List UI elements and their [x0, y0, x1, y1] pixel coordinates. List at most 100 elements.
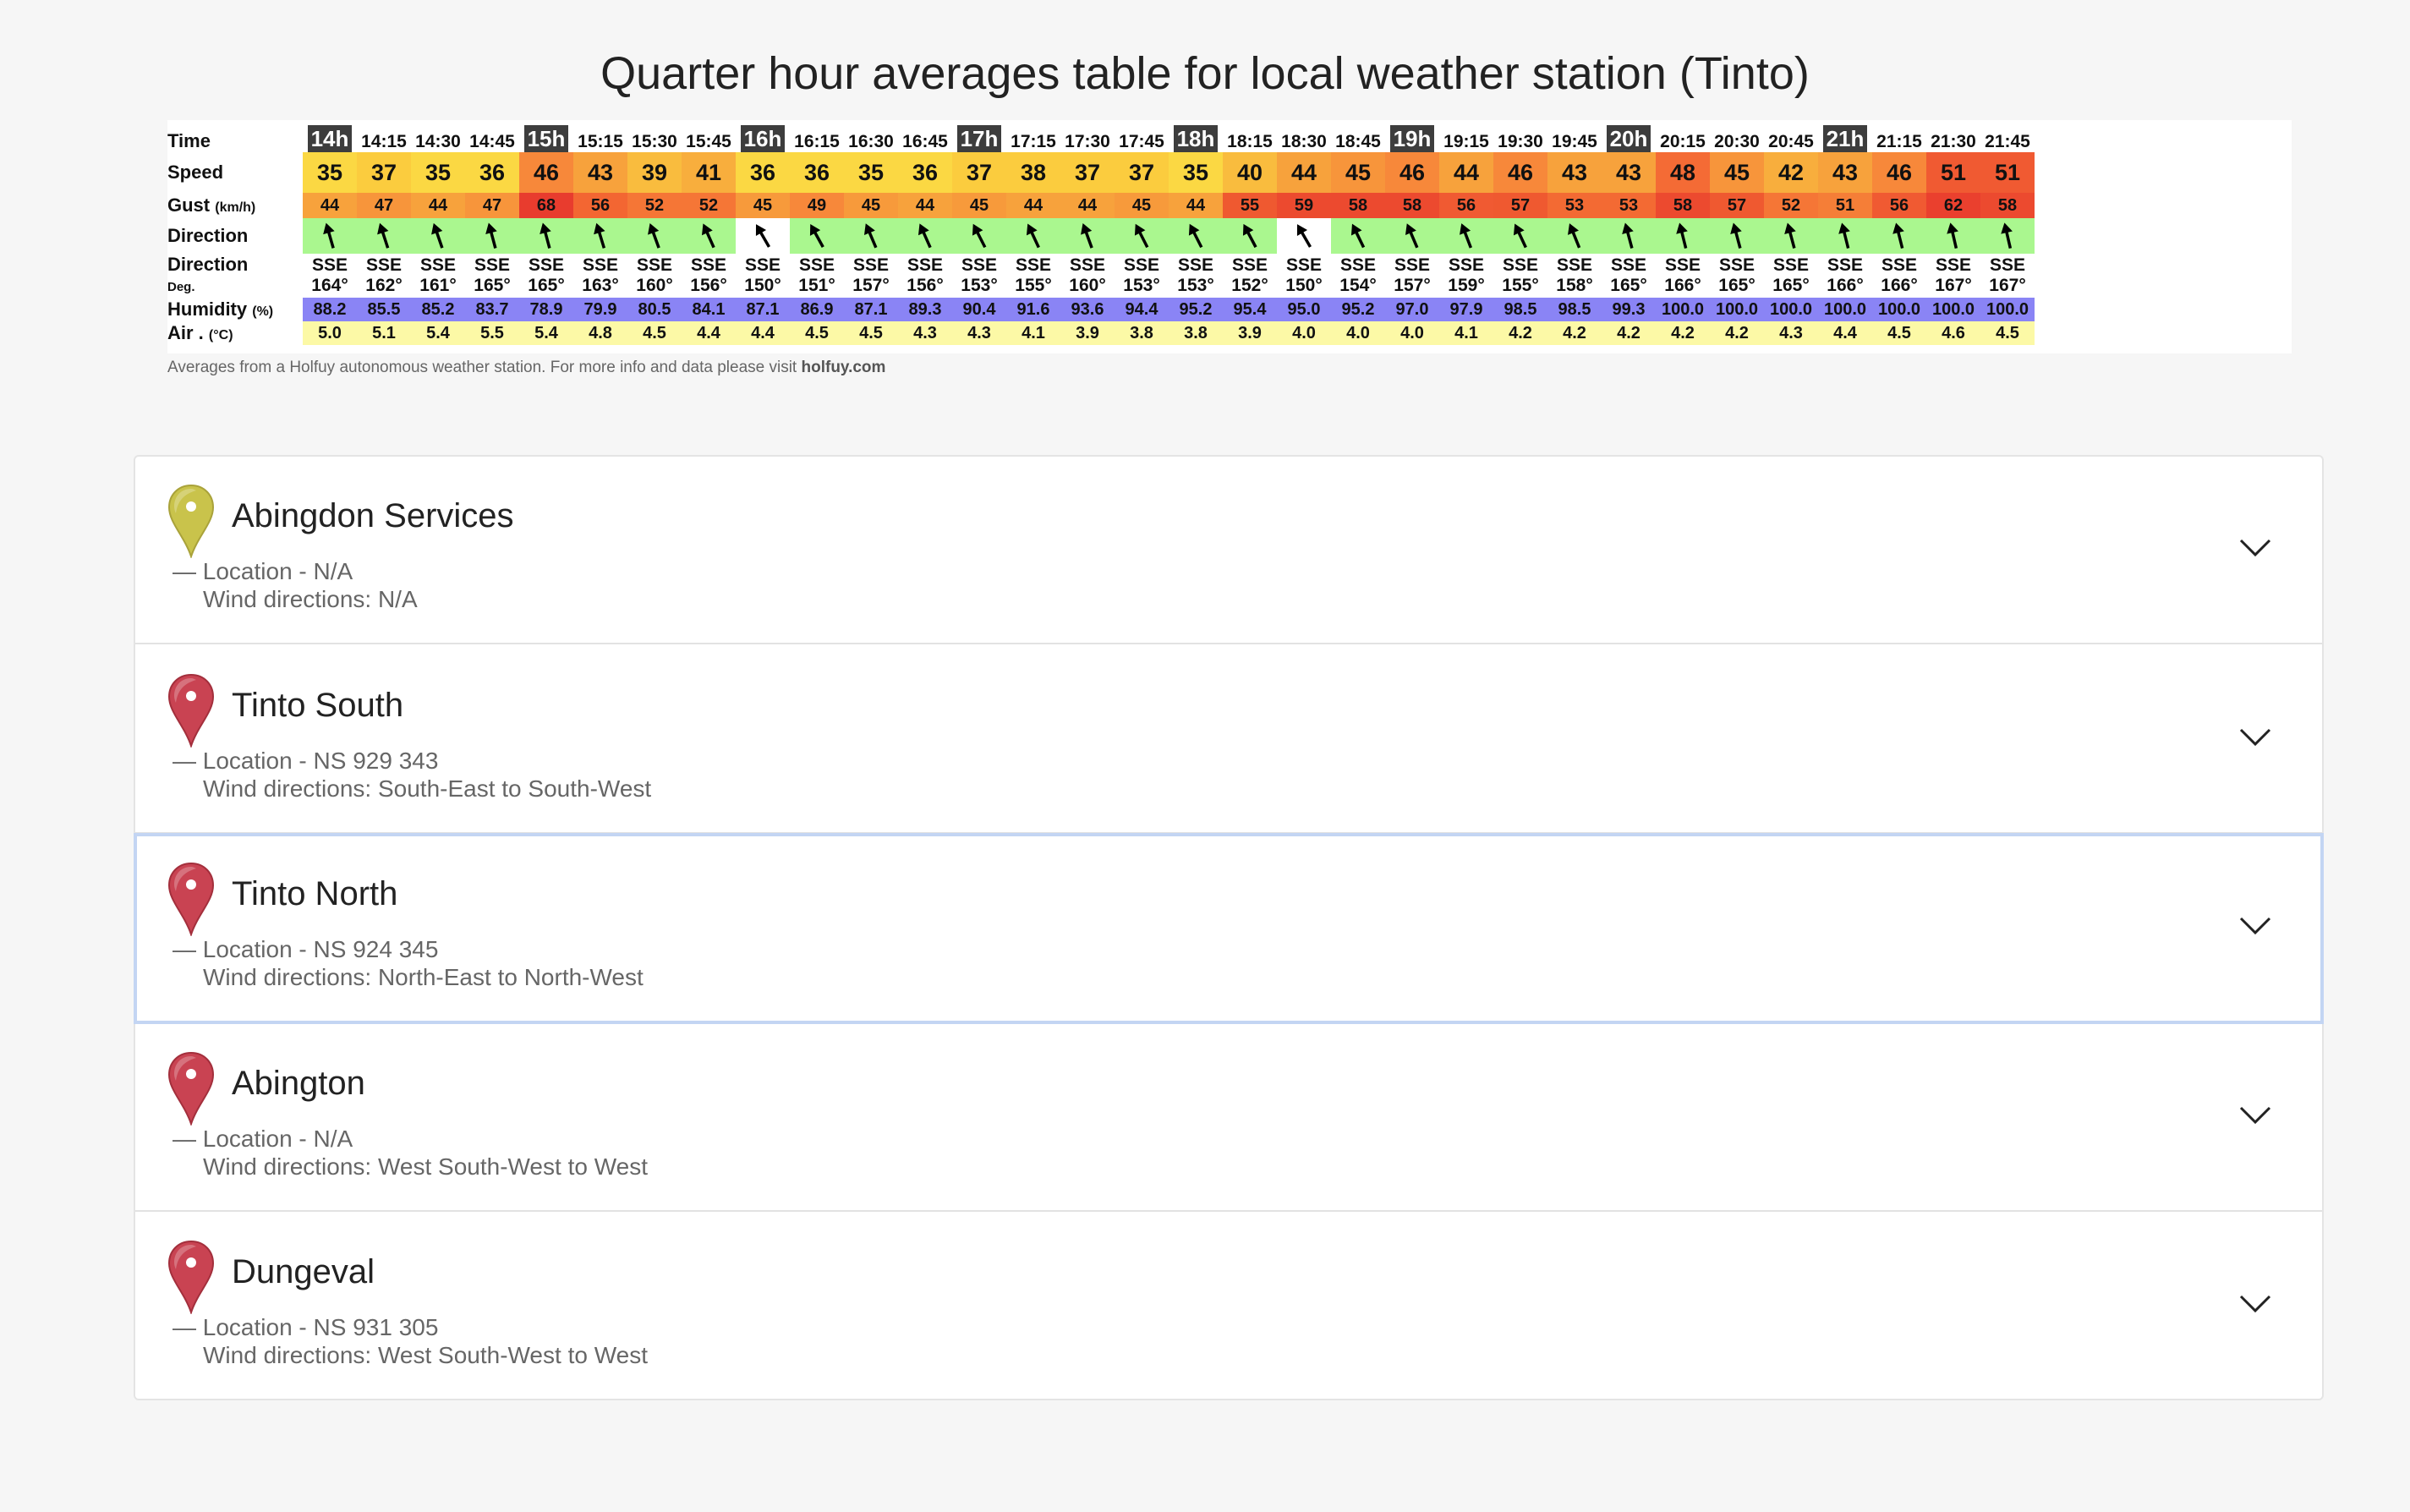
time-cell: 14:30 — [415, 132, 461, 151]
humidity-cell: 89.3 — [898, 298, 952, 321]
gust-cell: 57 — [1710, 193, 1764, 218]
wind-arrow-icon — [1513, 223, 1527, 249]
gust-cell: 58 — [1980, 193, 2035, 218]
air-cell: 3.9 — [1060, 321, 1115, 345]
speed-cell: 42 — [1764, 152, 1818, 193]
time-cell: 20:30 — [1714, 132, 1760, 151]
speed-cell: 43 — [1818, 152, 1872, 193]
direction-arrow-cell — [1926, 218, 1980, 254]
direction-text-cell: SSE 155° — [1015, 255, 1052, 295]
chevron-down-icon[interactable] — [2239, 916, 2271, 936]
direction-arrow-cell — [1656, 218, 1710, 254]
gust-cell: 44 — [411, 193, 465, 218]
time-cell: 16h — [736, 120, 790, 152]
holfuy-link[interactable]: holfuy.com — [802, 359, 886, 376]
chevron-down-icon[interactable] — [2239, 1105, 2271, 1126]
direction-text-cell: SSE 153° — [961, 255, 998, 295]
humidity-cell: 97.9 — [1439, 298, 1493, 321]
direction-arrow-row: Direction — [167, 218, 2035, 254]
humidity-cell: 83.7 — [465, 298, 519, 321]
direction-text-cell: SSE 161° — [419, 255, 457, 295]
air-cell: 4.2 — [1493, 321, 1547, 345]
air-cell: 4.5 — [1872, 321, 1926, 345]
location-name: Tinto North — [232, 875, 398, 912]
direction-text-cell: SSE 166° — [1664, 255, 1701, 295]
gust-cell: 44 — [1060, 193, 1115, 218]
speed-cell: 37 — [1060, 152, 1115, 193]
humidity-cell: 100.0 — [1764, 298, 1818, 321]
speed-cell: 51 — [1980, 152, 2035, 193]
humidity-cell: 84.1 — [682, 298, 736, 321]
direction-arrow-cell — [1710, 218, 1764, 254]
direction-arrow-cell — [898, 218, 952, 254]
time-cell: 20h — [1602, 120, 1656, 152]
direction-arrow-cell — [1547, 218, 1602, 254]
location-item[interactable]: Dungeval — Location - NS 931 305 Wind dire… — [135, 1213, 2322, 1400]
direction-arrow-cell — [1602, 218, 1656, 254]
speed-cell: 40 — [1223, 152, 1277, 193]
location-item[interactable]: Abingdon Services — Location - N/A Wind di… — [135, 457, 2322, 644]
direction-text-cell: SSE 163° — [582, 255, 619, 295]
wind-arrow-icon — [648, 222, 660, 249]
air-cell: 4.1 — [1006, 321, 1060, 345]
location-grid-ref: — Location - N/A — [173, 558, 353, 584]
humidity-cell: 100.0 — [1926, 298, 1980, 321]
map-pin-icon — [167, 484, 215, 558]
air-row: Air . (°C) 5.0 5.1 5.4 5.5 5.4 4.8 4.5 4.4 4.4 4.… — [167, 321, 2035, 345]
gust-cell: 53 — [1547, 193, 1602, 218]
speed-cell: 36 — [898, 152, 952, 193]
direction-arrow-cell — [1006, 218, 1060, 254]
air-cell: 5.4 — [411, 321, 465, 345]
location-grid-ref: — Location - N/A — [173, 1125, 353, 1152]
speed-cell: 37 — [952, 152, 1006, 193]
chevron-down-icon[interactable] — [2239, 1294, 2271, 1314]
speed-cell: 43 — [573, 152, 627, 193]
direction-arrow-cell — [682, 218, 736, 254]
humidity-cell: 98.5 — [1493, 298, 1547, 321]
air-cell: 4.0 — [1331, 321, 1385, 345]
gust-cell: 55 — [1223, 193, 1277, 218]
speed-cell: 45 — [1331, 152, 1385, 193]
direction-text-cell: SSE 153° — [1177, 255, 1214, 295]
gust-cell: 49 — [790, 193, 844, 218]
air-cell: 4.0 — [1385, 321, 1439, 345]
gust-cell: 59 — [1277, 193, 1331, 218]
speed-cell: 35 — [303, 152, 357, 193]
speed-cell: 36 — [465, 152, 519, 193]
air-cell: 4.4 — [1818, 321, 1872, 345]
time-row: Time 14h 14:15 14:30 14:45 15h 15:15 15:30 15:4… — [167, 120, 2035, 152]
humidity-cell: 80.5 — [627, 298, 682, 321]
wind-arrow-icon — [972, 223, 987, 249]
air-cell: 4.6 — [1926, 321, 1980, 345]
location-name: Dungeval — [232, 1253, 375, 1290]
direction-arrow-cell — [1872, 218, 1926, 254]
wind-arrow-icon — [1568, 223, 1581, 249]
time-cell: 17h — [952, 120, 1006, 152]
chevron-down-icon[interactable] — [2239, 727, 2271, 748]
time-cell: 19:30 — [1498, 132, 1543, 151]
footnote-text: Averages from a Holfuy autonomous weathe… — [167, 359, 802, 376]
wind-arrow-icon — [1892, 222, 1904, 249]
humidity-cell: 85.2 — [411, 298, 465, 321]
direction-arrow-cell — [1980, 218, 2035, 254]
direction-deg-label: Direction Deg. — [167, 254, 249, 294]
direction-text-cell: SSE 167° — [1989, 255, 2026, 295]
wind-arrow-icon — [2001, 222, 2013, 249]
air-cell: 4.0 — [1277, 321, 1331, 345]
location-item[interactable]: Abington — Location - N/A Wind directions:… — [135, 1024, 2322, 1212]
speed-cell: 35 — [411, 152, 465, 193]
time-cell: 19:45 — [1552, 132, 1597, 151]
gust-cell: 45 — [1115, 193, 1169, 218]
gust-cell: 51 — [1818, 193, 1872, 218]
humidity-cell: 97.0 — [1385, 298, 1439, 321]
direction-arrow-cell — [1060, 218, 1115, 254]
wind-arrow-icon — [1350, 223, 1366, 249]
chevron-down-icon[interactable] — [2239, 538, 2271, 558]
location-accordion: Abingdon Services — Location - N/A Wind di… — [134, 455, 2324, 1400]
location-item[interactable]: Tinto North — Location - NS 924 345 Wind d… — [134, 833, 2324, 1024]
location-item[interactable]: Tinto South — Location - NS 929 343 Wind d… — [135, 646, 2322, 834]
humidity-cell: 91.6 — [1006, 298, 1060, 321]
air-cell: 4.3 — [1764, 321, 1818, 345]
gust-cell: 52 — [1764, 193, 1818, 218]
time-cell: 14:15 — [361, 132, 407, 151]
